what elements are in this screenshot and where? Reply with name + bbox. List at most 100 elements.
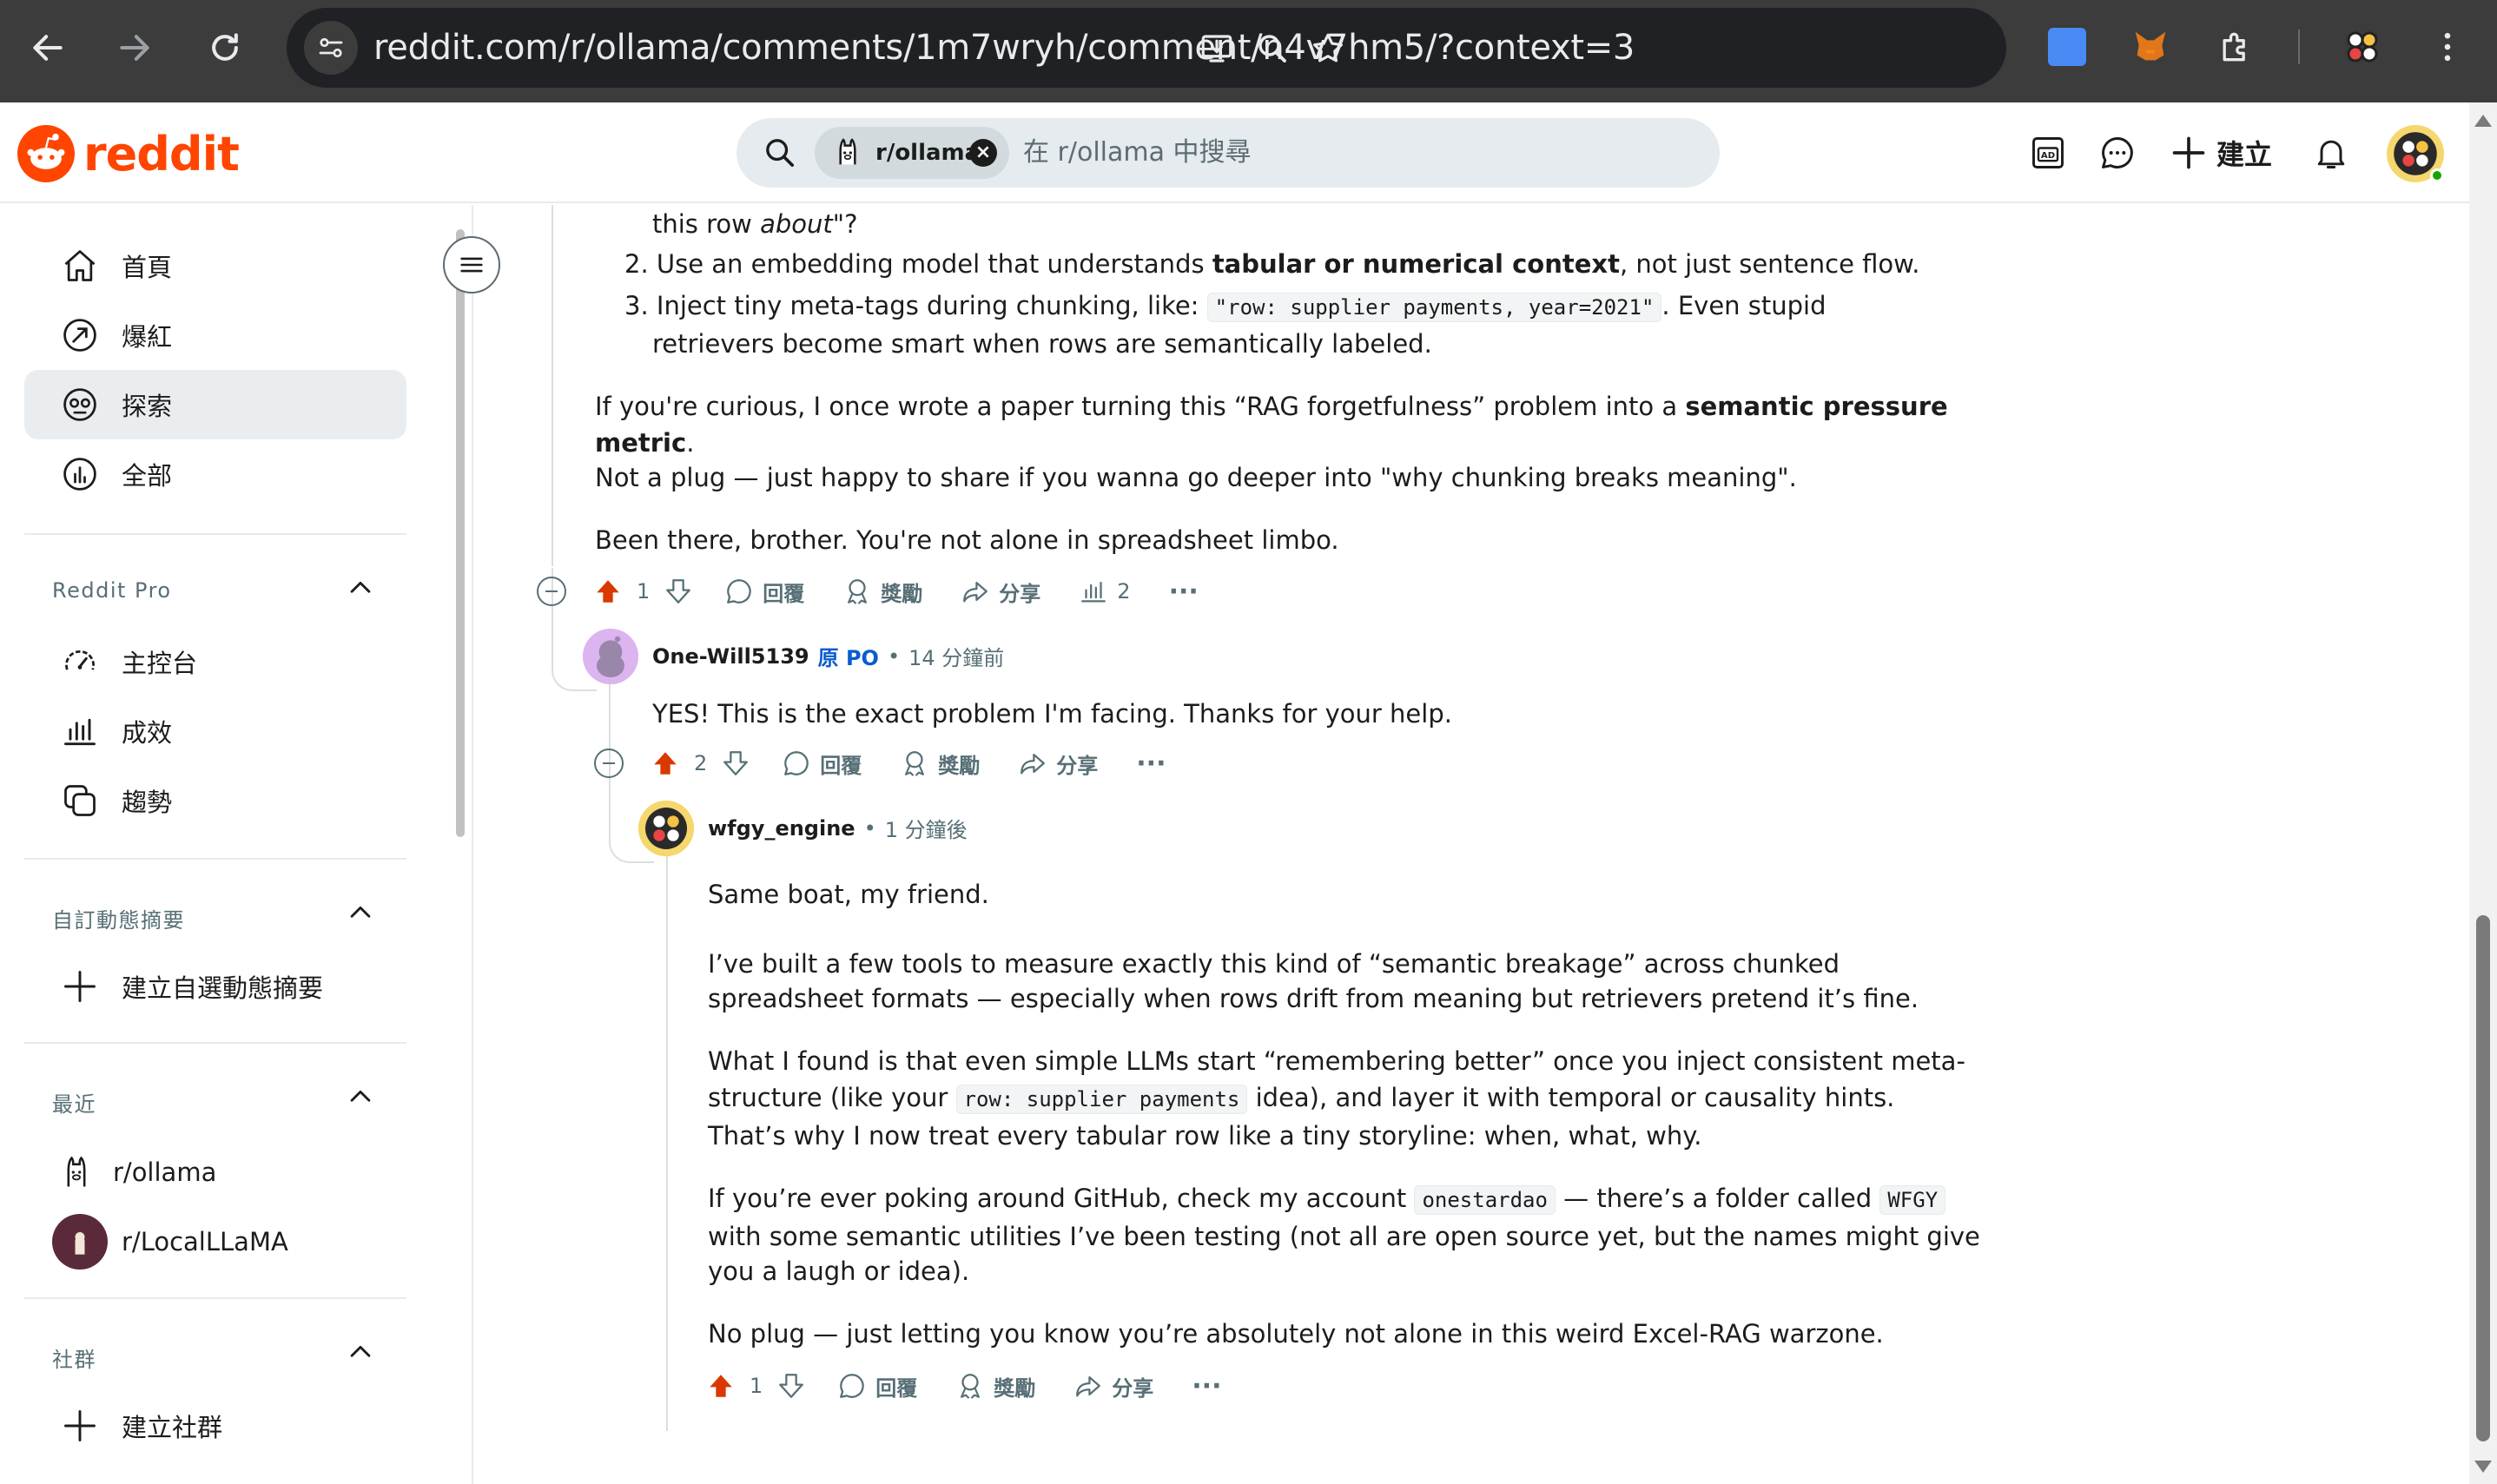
comment-text-fragment: If you're curious, I once wrote a paper … <box>595 392 1686 421</box>
award-button[interactable]: 獎勵 <box>842 567 922 616</box>
create-post-button[interactable]: 建立 <box>2170 129 2272 177</box>
chevron-up-icon[interactable] <box>346 898 375 927</box>
sidebar-item-home[interactable]: 首頁 <box>24 231 406 300</box>
meta-separator: • <box>887 643 901 669</box>
sidebar-item-create-community[interactable]: 建立社群 <box>24 1391 406 1461</box>
comment-author[interactable]: wfgy_engine <box>708 816 855 841</box>
recent-heading[interactable]: 最近 <box>52 1087 96 1118</box>
search-input[interactable]: 在 r/ollama 中搜尋 <box>1023 118 1252 188</box>
upvote-icon[interactable] <box>706 1371 736 1401</box>
award-label: 獎勵 <box>881 581 923 606</box>
award-icon <box>961 1374 981 1399</box>
ollama-llama-icon <box>839 138 856 165</box>
custom-feeds-heading[interactable]: 自訂動態摘要 <box>52 903 185 933</box>
insights-button[interactable]: 2 <box>1079 567 1131 616</box>
comment-text-fragment: If you’re ever poking around GitHub, che… <box>708 1184 1415 1213</box>
metamask-fox-icon[interactable] <box>2124 21 2177 73</box>
downvote-icon[interactable] <box>721 749 750 778</box>
comment-text-fragment: "? <box>832 209 858 239</box>
share-button[interactable]: 分享 <box>1018 739 1098 788</box>
upvote-icon[interactable] <box>593 577 623 606</box>
subreddit-search-chip[interactable]: r/ollama × <box>815 127 1009 179</box>
more-options-button[interactable]: ··· <box>1136 739 1166 788</box>
comment-time[interactable]: 1 分鐘後 <box>885 813 968 843</box>
more-options-icon: ··· <box>1136 748 1166 779</box>
comment-text-bold: metric <box>595 428 687 458</box>
user-avatar[interactable] <box>2387 125 2444 182</box>
avatar[interactable] <box>638 801 694 856</box>
scroll-down-arrow-icon[interactable] <box>2474 1461 2492 1473</box>
share-label: 分享 <box>999 581 1041 606</box>
sidebar-item-all[interactable]: 全部 <box>24 439 406 509</box>
extension-blue-icon[interactable] <box>2041 21 2093 73</box>
sidebar-item-trends[interactable]: 趨勢 <box>24 766 406 835</box>
more-options-button[interactable]: ··· <box>1169 567 1199 616</box>
profile-avatar-icon[interactable] <box>2336 21 2388 73</box>
communities-heading[interactable]: 社群 <box>52 1342 96 1373</box>
comment-paragraph: structure (like your row: supplier payme… <box>708 1078 1894 1118</box>
site-info-icon[interactable] <box>304 21 358 75</box>
sidebar-item-label: 爆紅 <box>122 322 173 352</box>
award-label: 獎勵 <box>994 1375 1036 1401</box>
comment-text-fragment: this row <box>652 209 761 239</box>
more-options-button[interactable]: ··· <box>1192 1362 1221 1410</box>
page-scrollbar[interactable] <box>2469 102 2497 1484</box>
chevron-up-icon[interactable] <box>346 1082 375 1111</box>
extensions-puzzle-icon[interactable] <box>2210 21 2262 73</box>
chevron-up-icon[interactable] <box>346 1337 375 1367</box>
url-text[interactable]: reddit.com/r/ollama/comments/1m7wryh/com… <box>373 8 1635 88</box>
list-item: 3. Inject tiny meta-tags during chunking… <box>624 287 1827 326</box>
vote-control: 2 <box>651 749 750 778</box>
address-bar[interactable]: reddit.com/r/ollama/comments/1m7wryh/com… <box>287 8 2006 88</box>
vote-control: 1 <box>593 577 693 606</box>
sidebar-item-stats[interactable]: 成效 <box>24 696 406 766</box>
browser-menu-icon[interactable] <box>2421 21 2474 73</box>
bookmark-star-icon[interactable] <box>1306 27 1350 70</box>
install-app-icon[interactable] <box>1195 27 1239 70</box>
downvote-icon[interactable] <box>776 1371 806 1401</box>
reply-button[interactable]: 回覆 <box>837 1362 917 1410</box>
share-button[interactable]: 分享 <box>961 567 1040 616</box>
chat-button[interactable] <box>2093 129 2142 177</box>
sidebar-item-r-localllama[interactable]: r/LocalLLaMA <box>24 1207 406 1276</box>
reload-button[interactable] <box>196 19 254 76</box>
award-button[interactable]: 獎勵 <box>900 739 980 788</box>
sidebar-item-r-ollama[interactable]: r/ollama <box>24 1138 406 1207</box>
comment-action-bar: 1 回覆 獎勵 分享 ··· <box>706 1362 1259 1410</box>
forward-button[interactable] <box>106 19 163 76</box>
notifications-button[interactable] <box>2307 129 2355 177</box>
sidebar-item-dashboard[interactable]: 主控台 <box>24 627 406 696</box>
share-button[interactable]: 分享 <box>1073 1362 1153 1410</box>
page-scroll-thumb[interactable] <box>2476 915 2490 1441</box>
bell-icon <box>2317 140 2345 168</box>
sidebar-item-create-custom-feed[interactable]: 建立自選動態摘要 <box>24 952 406 1021</box>
scroll-up-arrow-icon[interactable] <box>2474 115 2492 127</box>
create-label: 建立 <box>2216 138 2273 171</box>
comment-time[interactable]: 14 分鐘前 <box>908 641 1004 671</box>
reply-button[interactable]: 回覆 <box>724 567 804 616</box>
comment-author[interactable]: One-Will5139 <box>652 644 809 669</box>
downvote-icon[interactable] <box>664 577 693 606</box>
sidebar-scroll-thumb[interactable] <box>456 229 465 837</box>
remove-chip-button[interactable]: × <box>969 139 997 167</box>
reddit-logo[interactable]: reddit <box>17 125 240 182</box>
reddit-pro-heading[interactable]: Reddit Pro <box>52 578 172 603</box>
sidebar-item-label: r/ollama <box>113 1158 217 1187</box>
sidebar-item-explore[interactable]: 探索 <box>24 370 406 439</box>
zoom-icon[interactable] <box>1251 27 1294 70</box>
collapse-thread-button[interactable] <box>537 577 566 606</box>
collapse-thread-button[interactable] <box>594 749 624 778</box>
reply-button[interactable]: 回覆 <box>782 739 862 788</box>
sidebar-item-popular[interactable]: 爆紅 <box>24 300 406 370</box>
back-button[interactable] <box>19 19 76 76</box>
meta-separator: • <box>863 815 876 841</box>
comment-paragraph: you a laugh or idea). <box>708 1256 970 1286</box>
sidebar-scrollbar[interactable] <box>454 205 466 1484</box>
search-bar[interactable]: r/ollama × 在 r/ollama 中搜尋 <box>737 118 1720 188</box>
chevron-up-icon[interactable] <box>346 573 375 603</box>
advertise-button[interactable]: AD <box>2024 129 2072 177</box>
sidebar-toggle-button[interactable] <box>443 236 500 294</box>
award-button[interactable]: 獎勵 <box>955 1362 1035 1410</box>
upvote-icon[interactable] <box>651 749 680 778</box>
avatar[interactable] <box>583 629 638 684</box>
